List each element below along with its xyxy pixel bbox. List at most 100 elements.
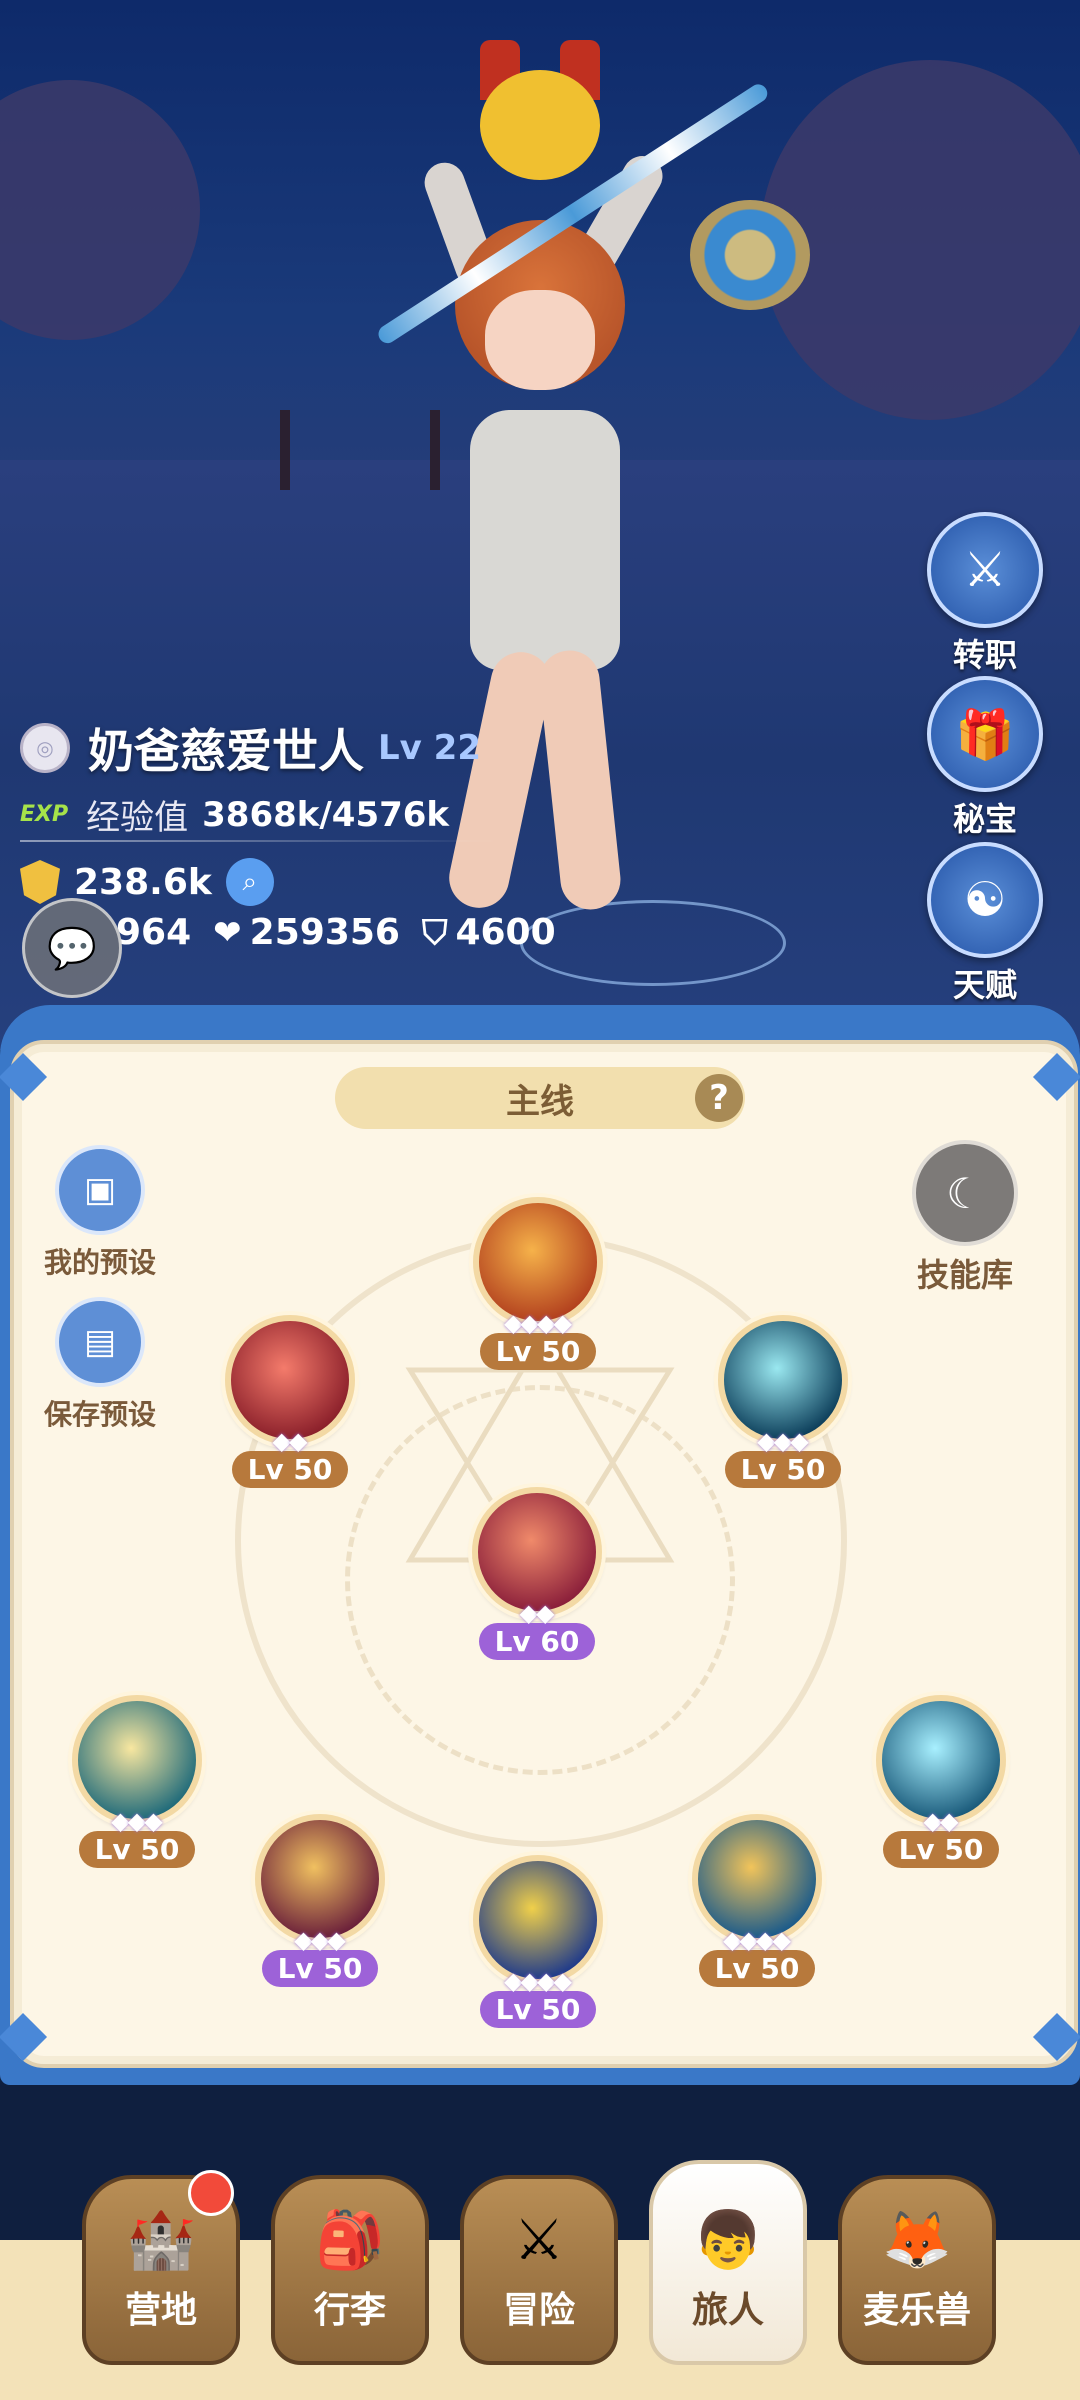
character-body <box>470 410 620 670</box>
skill-orb <box>692 1814 822 1944</box>
class-change-label: 转职 <box>952 636 1017 674</box>
pet-on-head <box>470 40 610 200</box>
skill-level-badge: Lv 50 <box>78 1831 196 1868</box>
save-icon: ▤ <box>55 1297 145 1387</box>
skill-orb <box>473 1855 603 1985</box>
attack-stat: 964 <box>116 912 191 953</box>
star-icon: ◆ <box>327 1926 346 1954</box>
search-icon[interactable]: ⌕ <box>225 858 274 906</box>
star-icon: ◆ <box>144 1807 163 1835</box>
card-icon: ▣ <box>55 1145 145 1235</box>
skill-orb <box>72 1695 202 1825</box>
pet-body <box>480 70 600 180</box>
star-icon: ◆ <box>790 1427 809 1455</box>
class-change-button[interactable]: ⚔ 转职 <box>925 512 1045 676</box>
talent-icon: ☯ <box>927 842 1043 958</box>
skill-orb <box>255 1814 385 1944</box>
tab-main[interactable]: 主线 <box>335 1067 745 1129</box>
class-change-icon: ⚔ <box>927 512 1043 628</box>
moon-icon: ☾ <box>912 1140 1018 1246</box>
skill-slot[interactable]: ◆ ◆ ◆ ◆ Lv 50 <box>473 1197 603 1370</box>
exp-row: EXP 经验值 3868k/4576k <box>20 790 449 839</box>
skill-level-badge: Lv 50 <box>479 1991 597 2028</box>
pet-icon: 🦊 <box>882 2208 952 2273</box>
skill-stars: ◆ ◆ <box>273 1427 308 1455</box>
my-presets-label: 我的预设 <box>43 1246 156 1279</box>
talent-label: 天赋 <box>952 966 1017 1004</box>
skill-stars: ◆ ◆ <box>924 1807 959 1835</box>
treasure-button[interactable]: 🎁 秘宝 <box>925 676 1045 840</box>
skill-slot[interactable]: ◆ ◆ Lv 60 <box>472 1487 602 1660</box>
skill-library-button[interactable]: ☾ 技能库 <box>895 1140 1035 1296</box>
stats-divider <box>20 840 500 842</box>
staff-head <box>690 200 810 310</box>
skill-stars: ◆ ◆ ◆ ◆ <box>723 1926 791 1954</box>
player-level: Lv 22 <box>378 728 481 768</box>
star-icon: ◆ <box>772 1926 791 1954</box>
nav-traveler[interactable]: 👦 旅人 <box>649 2160 807 2365</box>
exp-icon: EXP <box>20 802 69 827</box>
nav-adventure[interactable]: ⚔ 冒险 <box>460 2175 618 2365</box>
nav-luggage-label: 行李 <box>313 2290 386 2331</box>
my-presets-button[interactable]: ▣ 我的预设 <box>30 1145 170 1281</box>
skill-slot[interactable]: ◆ ◆ Lv 50 <box>225 1315 355 1488</box>
skill-slot[interactable]: ◆ ◆ ◆ Lv 50 <box>72 1695 202 1868</box>
shield-power-icon <box>20 860 60 904</box>
defense-stat: ⛉ 4600 <box>422 912 556 953</box>
skill-slot[interactable]: ◆ ◆ ◆ ◆ Lv 50 <box>473 1855 603 2028</box>
target-icon[interactable]: ◎ <box>20 723 70 773</box>
backpack-icon: 🎒 <box>315 2208 385 2273</box>
skill-stars: ◆ ◆ ◆ <box>757 1427 809 1455</box>
skill-stars: ◆ ◆ <box>520 1599 555 1627</box>
player-name: 奶爸慈爱世人 <box>88 724 364 778</box>
defense-value: 4600 <box>455 912 556 953</box>
crossed-swords-icon: ⚔ <box>513 2208 565 2273</box>
skill-level-badge: Lv 50 <box>261 1950 379 1987</box>
attack-value: 964 <box>116 912 192 953</box>
skill-level-badge: Lv 50 <box>698 1950 816 1987</box>
skill-level-badge: Lv 50 <box>479 1333 597 1370</box>
skill-orb <box>225 1315 355 1445</box>
nav-pet[interactable]: 🦊 麦乐兽 <box>838 2175 996 2365</box>
character-face <box>485 290 595 390</box>
skill-orb <box>876 1695 1006 1825</box>
power-value: 238.6k <box>74 861 212 903</box>
star-icon: ◆ <box>553 1309 572 1337</box>
help-icon[interactable]: ? <box>695 1074 743 1122</box>
skill-level-badge: Lv 60 <box>478 1623 596 1660</box>
skill-level-badge: Lv 50 <box>231 1451 349 1488</box>
skill-level-badge: Lv 50 <box>882 1831 1000 1868</box>
skill-slot[interactable]: ◆ ◆ ◆ Lv 50 <box>718 1315 848 1488</box>
skill-level-badge: Lv 50 <box>724 1451 842 1488</box>
traveler-icon: 👦 <box>693 2208 763 2273</box>
nav-adventure-label: 冒险 <box>502 2290 575 2331</box>
skill-slot[interactable]: ◆ ◆ Lv 50 <box>876 1695 1006 1868</box>
tab-main-label: 主线 <box>506 1081 574 1122</box>
treasure-icon: 🎁 <box>927 676 1043 792</box>
skill-orb <box>718 1315 848 1445</box>
notification-dot <box>188 2170 234 2216</box>
skill-slot[interactable]: ◆ ◆ ◆ Lv 50 <box>255 1814 385 1987</box>
save-preset-button[interactable]: ▤ 保存预设 <box>30 1297 170 1433</box>
skill-stars: ◆ ◆ ◆ ◆ <box>504 1967 572 1995</box>
exp-value: 3868k/4576k <box>202 794 450 835</box>
nav-luggage[interactable]: 🎒 行李 <box>271 2175 429 2365</box>
talent-button[interactable]: ☯ 天赋 <box>925 842 1045 1006</box>
heart-icon: ❤ <box>213 912 242 953</box>
skill-orb <box>473 1197 603 1327</box>
hp-stat: ❤ 259356 <box>213 912 400 953</box>
skill-stars: ◆ ◆ ◆ <box>294 1926 346 1954</box>
star-icon: ◆ <box>536 1599 555 1627</box>
skill-slot[interactable]: ◆ ◆ ◆ ◆ Lv 50 <box>692 1814 822 1987</box>
chat-icon[interactable]: 💬 <box>22 898 122 998</box>
save-preset-label: 保存预设 <box>43 1398 156 1431</box>
exp-label: 经验值 <box>86 798 189 838</box>
skill-stars: ◆ ◆ ◆ <box>111 1807 163 1835</box>
skill-library-label: 技能库 <box>916 1256 1013 1294</box>
star-icon: ◆ <box>553 1967 572 1995</box>
treasure-label: 秘宝 <box>952 800 1017 838</box>
nav-pet-label: 麦乐兽 <box>862 2290 971 2331</box>
nav-camp-label: 营地 <box>124 2290 197 2331</box>
nav-traveler-label: 旅人 <box>691 2290 764 2331</box>
skill-stars: ◆ ◆ ◆ ◆ <box>504 1309 572 1337</box>
